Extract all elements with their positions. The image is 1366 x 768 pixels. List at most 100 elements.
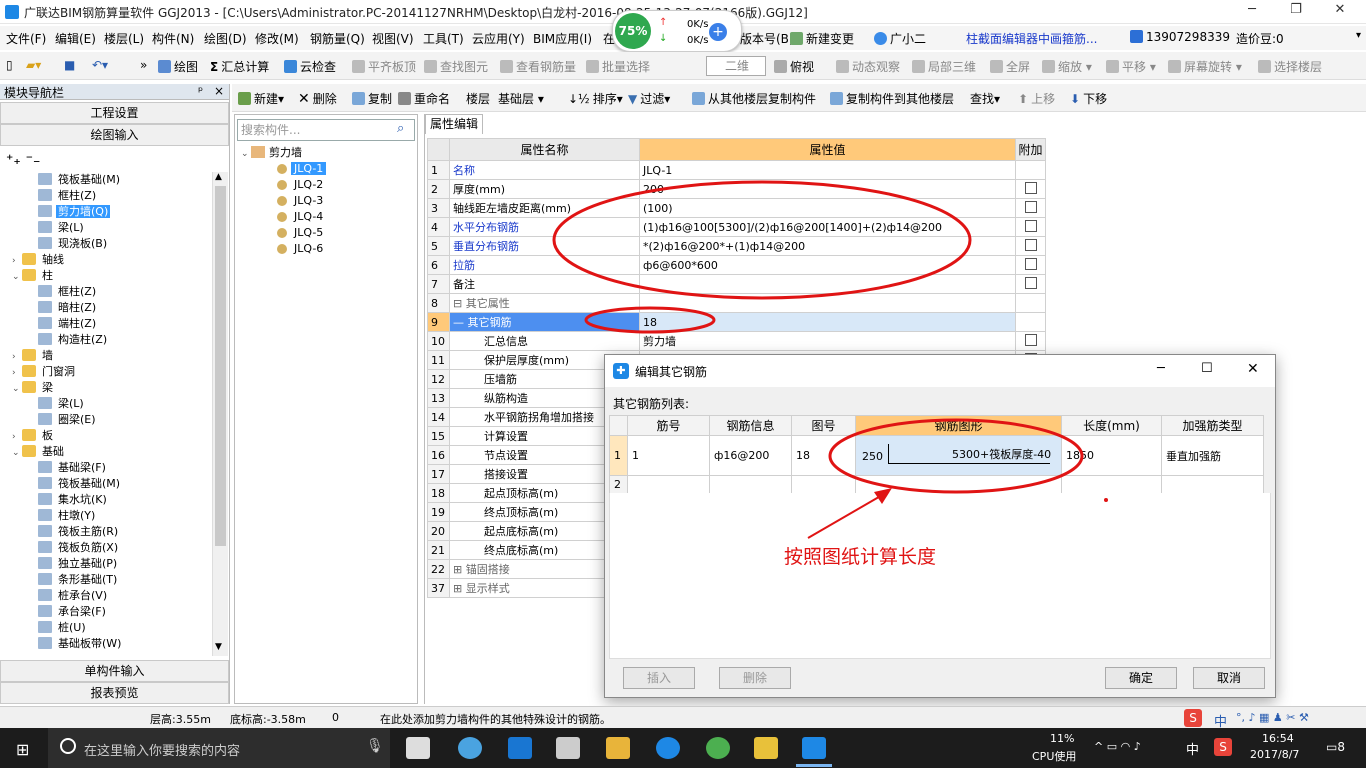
cancel-button[interactable]: 取消 [1193, 667, 1265, 689]
property-row[interactable]: 4 水平分布钢筋 (1)ф16@100[5300]/(2)ф16@200[1400]… [427, 217, 1046, 237]
rebar-row[interactable]: 1 1 ф16@200 18 250 5300+筏板厚度-40 1850 垂直加… [609, 435, 1264, 476]
screen-rotate-button[interactable]: 屏幕旋转 ▾ [1168, 58, 1242, 75]
rebar-row[interactable]: 2 [609, 475, 1264, 494]
local-3d-button[interactable]: 局部三维 [912, 58, 976, 75]
select-floor-button[interactable]: 选择楼层 [1258, 58, 1322, 75]
tray-icons[interactable]: ^ ▭ ◠ ♪ [1094, 740, 1141, 753]
assistant-button[interactable]: 广小二 [874, 30, 926, 47]
prop-extra[interactable] [1015, 179, 1046, 199]
tree-item[interactable]: 筏板基础(M) [38, 172, 122, 188]
copy-from-floor-button[interactable]: 从其他楼层复制构件 [692, 90, 816, 107]
notes-icon[interactable] [754, 737, 778, 759]
tree-expand-icon[interactable]: › [12, 253, 22, 269]
undo-icon[interactable]: ↶▾ [92, 58, 108, 72]
tree-item[interactable]: 桩承台(V) [38, 588, 109, 604]
property-row[interactable]: 6 拉筋 ф6@600*600 [427, 255, 1046, 275]
zoom-button[interactable]: 缩放 ▾ [1042, 58, 1092, 75]
new-button[interactable]: 新建▾ [238, 90, 284, 107]
sogou-ime-icon[interactable]: S [1184, 709, 1202, 727]
taskview-icon[interactable] [406, 737, 430, 759]
draw-input-button[interactable]: 绘图输入 [0, 124, 229, 146]
single-input-button[interactable]: 单构件输入 [0, 660, 229, 682]
tree-scrollbar[interactable]: ▲ ▼ [212, 172, 228, 656]
promo-link[interactable]: 柱截面编辑器中画箍筋... [966, 30, 1097, 47]
tree-folder[interactable]: › 轴线 [12, 252, 66, 268]
property-row[interactable]: 2 厚度(mm) 200 [427, 179, 1046, 199]
prop-value[interactable]: 18 [639, 312, 1016, 332]
save-icon[interactable]: ■ [64, 58, 75, 72]
project-settings-button[interactable]: 工程设置 [0, 102, 229, 124]
close-panel-icon[interactable]: × [214, 84, 224, 98]
figure-number-cell[interactable]: 18 [791, 435, 856, 476]
menu-floor[interactable]: 楼层(L) [104, 30, 144, 47]
cloud-check-button[interactable]: 云检查 [284, 58, 336, 75]
dialog-close-button[interactable]: ✕ [1247, 361, 1259, 377]
tree-expand-icon[interactable]: ⌄ [12, 381, 22, 397]
update-icon[interactable] [706, 737, 730, 759]
tree-item[interactable]: 集水坑(K) [38, 492, 109, 508]
bar-number-cell[interactable]: 1 [627, 435, 710, 476]
property-row[interactable]: 10 汇总信息 剪力墙 [427, 331, 1046, 351]
glodon-icon[interactable] [656, 737, 680, 759]
microphone-icon[interactable]: 🎙 [366, 738, 384, 754]
minimize-button[interactable]: ─ [1232, 2, 1272, 22]
property-row[interactable]: 5 垂直分布钢筋 *(2)ф16@200*+(1)ф14@200 [427, 236, 1046, 256]
ime-tools-icon[interactable]: °, ♪ ▦ ♟ ✂ ⚒ [1236, 711, 1309, 724]
property-row[interactable]: 7 备注 [427, 274, 1046, 294]
component-item[interactable]: JLQ-2 [277, 177, 326, 193]
browser-icon[interactable] [458, 737, 482, 759]
prop-value[interactable]: ф6@600*600 [639, 255, 1016, 275]
component-item[interactable]: JLQ-5 [277, 225, 326, 241]
menu-cloud[interactable]: 云应用(Y) [472, 30, 525, 47]
attach-checkbox[interactable] [1024, 181, 1037, 194]
strengthen-type-cell[interactable]: 垂直加强筋 [1161, 435, 1264, 476]
find-button[interactable]: 查找▾ [970, 90, 1000, 107]
pan-button[interactable]: 平移 ▾ [1106, 58, 1156, 75]
tree-item[interactable]: 框柱(Z) [38, 284, 98, 300]
copy-button[interactable]: 复制 [352, 90, 392, 107]
prop-extra[interactable] [1015, 160, 1046, 180]
shape-right-length[interactable]: 5300+筏板厚度-40 [952, 446, 1051, 462]
insert-button[interactable]: 插入 [623, 667, 695, 689]
prop-value[interactable]: JLQ-1 [639, 160, 1016, 180]
component-item[interactable]: JLQ-6 [277, 241, 326, 257]
flat-slab-top-button[interactable]: 平齐板顶 [352, 58, 416, 75]
menu-modify[interactable]: 修改(M) [255, 30, 299, 47]
prop-extra[interactable] [1015, 331, 1046, 351]
prop-value[interactable] [639, 293, 1016, 313]
fullscreen-button[interactable]: 全屏 [990, 58, 1030, 75]
tree-item[interactable]: 剪力墙(Q) [38, 204, 111, 220]
new-file-icon[interactable]: ▯ [6, 58, 13, 72]
property-row[interactable]: 8 ⊟ 其它属性 [427, 293, 1046, 313]
dialog-delete-button[interactable]: 删除 [719, 667, 791, 689]
dialog-minimize-button[interactable]: ─ [1157, 361, 1165, 376]
prop-extra[interactable] [1015, 255, 1046, 275]
tree-folder[interactable]: › 墙 [12, 348, 55, 364]
bar-shape-cell[interactable] [855, 475, 1062, 494]
plus-icon[interactable]: + [709, 23, 727, 41]
tree-item[interactable]: 梁(L) [38, 396, 86, 412]
tree-item[interactable]: 筏板基础(M) [38, 476, 122, 492]
tree-item[interactable]: 桩(U) [38, 620, 88, 636]
attach-checkbox[interactable] [1024, 333, 1037, 346]
edge-icon[interactable] [508, 737, 532, 759]
scroll-thumb[interactable] [215, 186, 226, 546]
prop-value[interactable] [639, 274, 1016, 294]
component-search-input[interactable]: 搜索构件... [237, 119, 415, 141]
ggj-app-icon[interactable] [802, 737, 826, 759]
prop-value[interactable]: 剪力墙 [639, 331, 1016, 351]
rename-button[interactable]: 重命名 [398, 90, 450, 107]
prop-value[interactable]: *(2)ф16@200*+(1)ф14@200 [639, 236, 1016, 256]
taskbar-sogou-icon[interactable]: S [1214, 738, 1232, 756]
taskbar-search-box[interactable]: 在这里输入你要搜索的内容 🎙 [48, 728, 390, 768]
tree-item[interactable]: 承台梁(F) [38, 604, 108, 620]
component-item[interactable]: JLQ-3 [277, 193, 326, 209]
component-item[interactable]: JLQ-4 [277, 209, 326, 225]
property-row[interactable]: 3 轴线距左墙皮距离(mm) (100) [427, 198, 1046, 218]
tree-folder[interactable]: ⌄ 梁 [12, 380, 55, 396]
component-root[interactable]: ⌄ 剪力墙 [241, 145, 302, 161]
tree-folder[interactable]: ⌄ 基础 [12, 444, 66, 460]
attach-checkbox[interactable] [1024, 257, 1037, 270]
move-down-button[interactable]: ⬇ 下移 [1070, 90, 1107, 107]
tree-item[interactable]: 框柱(Z) [38, 188, 98, 204]
